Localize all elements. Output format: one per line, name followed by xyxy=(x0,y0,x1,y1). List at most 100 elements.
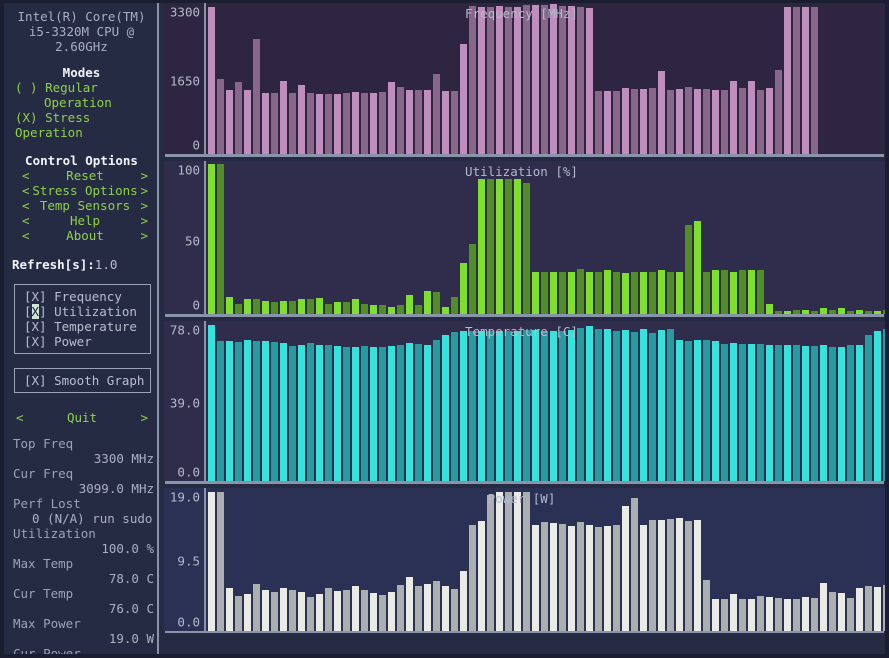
chart-power-bar xyxy=(478,521,485,631)
chart-temperature-bar xyxy=(541,331,548,481)
checkbox-power[interactable]: [X] Power xyxy=(15,334,150,349)
chart-power: Power [W] 19.0 9.5 0.0 xyxy=(164,488,885,654)
cpu-name: Intel(R) Core(TM) i5-3320M CPU @ 2.60GHz xyxy=(4,9,159,54)
checkbox-utilization[interactable]: [X] Utilization xyxy=(15,304,150,319)
chart-utilization-bar xyxy=(352,299,359,314)
quit-label: Quit xyxy=(66,410,98,425)
chart-power-bar xyxy=(577,522,584,631)
chart-power-bar xyxy=(442,585,449,631)
chart-frequency-bar xyxy=(487,7,494,154)
mode-regular-operation[interactable]: ( ) Regular xyxy=(4,80,159,95)
chart-frequency-ytick: 0 xyxy=(192,137,200,153)
sidebar: Intel(R) Core(TM) i5-3320M CPU @ 2.60GHz… xyxy=(4,3,159,654)
stat-label-cur-freq: Cur Freq xyxy=(13,466,74,481)
chart-temperature-bar xyxy=(631,332,638,481)
chart-power-bar xyxy=(415,585,422,631)
chart-frequency-bar xyxy=(496,6,503,154)
checkbox-smooth-graph[interactable]: [X] Smooth Graph xyxy=(15,373,150,388)
chart-frequency-bar xyxy=(280,80,287,154)
chart-power-bar xyxy=(775,598,782,631)
chart-power-bar xyxy=(433,581,440,631)
chart-power-bar xyxy=(757,595,764,631)
chart-frequency-bar xyxy=(595,90,602,154)
chart-power-bar xyxy=(676,518,683,631)
chart-utilization: Utilization [%] 100 50 0 xyxy=(164,161,885,321)
chart-utilization-bar xyxy=(595,271,602,314)
chart-power-bar xyxy=(730,594,737,631)
refresh-interval-row[interactable]: Refresh[s]:1.0 xyxy=(4,257,159,272)
chart-power-bar xyxy=(766,597,773,631)
chart-utilization-bar xyxy=(676,271,683,314)
checkbox-frequency[interactable]: [X] Frequency xyxy=(15,289,150,304)
chart-temperature-bar xyxy=(406,343,413,481)
chart-temperature-plot[interactable]: 78.0 39.0 0.0 xyxy=(164,321,885,481)
chart-utilization-bar xyxy=(667,271,674,314)
chart-power-bar xyxy=(595,526,602,631)
chart-temperature-separator xyxy=(165,481,884,484)
chart-power-bar xyxy=(568,526,575,631)
mode-regular-label: Regular xyxy=(45,80,98,95)
control-button-help[interactable]: < Help > xyxy=(4,213,159,228)
chart-temperature-bar xyxy=(685,341,692,481)
chart-temperature-bar xyxy=(388,346,395,481)
chart-power-bar xyxy=(262,589,269,631)
chart-utilization-bar xyxy=(604,270,611,314)
chart-frequency-bar xyxy=(451,90,458,154)
control-button-about[interactable]: < About > xyxy=(4,228,159,243)
chart-frequency-bar xyxy=(352,91,359,154)
checkbox-temperature-mark: [X] xyxy=(24,319,47,334)
control-button-stress-options[interactable]: < Stress Options > xyxy=(4,183,159,198)
control-reset-left-caret: < xyxy=(22,168,30,183)
chart-frequency-plot[interactable]: 3300 1650 0 xyxy=(164,3,885,154)
chart-power-bar xyxy=(622,506,629,631)
chart-utilization-bar xyxy=(514,178,521,314)
chart-frequency-bar xyxy=(577,7,584,154)
chart-utilization-plot[interactable]: 100 50 0 xyxy=(164,161,885,314)
checkbox-temperature[interactable]: [X] Temperature xyxy=(15,319,150,334)
cpu-name-line-3: 2.60GHz xyxy=(55,39,108,54)
control-stress-options-right-caret: > xyxy=(140,183,148,198)
control-button-reset[interactable]: < Reset > xyxy=(4,168,159,183)
chart-power-plot[interactable]: 19.0 9.5 0.0 xyxy=(164,488,885,631)
chart-utilization-axis: 100 50 0 xyxy=(164,161,206,314)
chart-frequency-bar xyxy=(793,7,800,154)
stat-value-cur-temp: 76.0 C xyxy=(108,601,154,616)
chart-power-bar xyxy=(244,594,251,631)
chart-utilization-bar xyxy=(442,306,449,314)
chart-frequency-bar xyxy=(550,4,557,154)
chart-utilization-bar xyxy=(226,296,233,314)
mode-regular-operation-line2[interactable]: Operation xyxy=(4,95,159,110)
chart-utilization-bar xyxy=(532,271,539,314)
chart-temperature-bar xyxy=(712,341,719,481)
chart-power-bar xyxy=(460,570,467,631)
chart-utilization-bar xyxy=(451,296,458,314)
chart-power-bar xyxy=(406,577,413,631)
chart-frequency-bars xyxy=(208,3,885,154)
chart-temperature-bar xyxy=(316,345,323,481)
chart-power-bar xyxy=(694,520,701,631)
chart-power-bar xyxy=(883,584,885,631)
chart-power-bar xyxy=(802,597,809,631)
chart-utilization-bar xyxy=(253,299,260,314)
chart-power-bar xyxy=(829,592,836,631)
mode-stress-operation[interactable]: (X) Stress Operation xyxy=(4,110,159,140)
chart-temperature-bar xyxy=(298,345,305,481)
chart-utilization-bar xyxy=(820,308,827,314)
chart-temperature-bar xyxy=(721,344,728,481)
checkbox-power-mark: [X] xyxy=(24,334,47,349)
quit-button[interactable]: < Quit > xyxy=(4,410,159,425)
chart-utilization-bar xyxy=(568,271,575,314)
checkbox-temperature-label: Temperature xyxy=(54,319,137,334)
chart-utilization-bar xyxy=(883,309,885,314)
chart-power-bar xyxy=(316,593,323,631)
chart-temperature-bar xyxy=(649,333,656,481)
checkbox-smooth-graph-label: Smooth Graph xyxy=(54,373,145,388)
control-button-temp-sensors[interactable]: < Temp Sensors > xyxy=(4,198,159,213)
chart-frequency-ytick: 1650 xyxy=(169,73,200,89)
stat-label-cur-power: Cur Power xyxy=(13,646,81,654)
chart-temperature-bar xyxy=(514,331,521,481)
chart-temperature-bar xyxy=(307,343,314,481)
chart-temperature-bar xyxy=(253,341,260,481)
chart-frequency-bar xyxy=(532,5,539,154)
chart-temperature-bar xyxy=(622,330,629,481)
